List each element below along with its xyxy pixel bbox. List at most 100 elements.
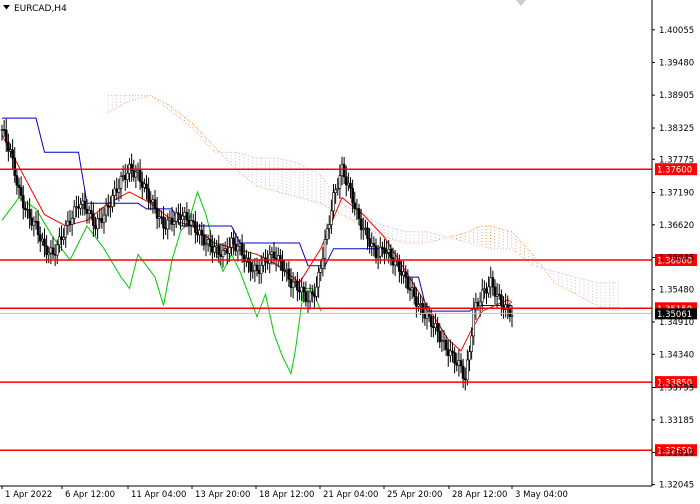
candle-body: [302, 286, 306, 292]
candle-body: [72, 206, 76, 219]
candle-body: [251, 270, 255, 273]
candle-body: [493, 286, 497, 297]
y-tick-label: 1.40055: [659, 26, 694, 36]
candle-body: [228, 247, 231, 254]
candle-body: [495, 293, 499, 297]
candle-body: [77, 206, 80, 209]
candle-body: [87, 210, 91, 214]
candle-body: [351, 187, 354, 204]
candle-body: [442, 339, 446, 342]
candle-body: [155, 208, 159, 219]
candle-body: [283, 270, 286, 272]
candle-body: [100, 218, 104, 223]
candle-body: [136, 169, 140, 173]
candle-body: [508, 307, 512, 317]
candle-body: [208, 239, 212, 247]
candle-body: [253, 264, 257, 272]
x-tick-label: 6 Apr 12:00: [65, 490, 115, 500]
candle-body: [177, 212, 180, 215]
candle-body: [393, 260, 397, 266]
y-tick-label: 1.34340: [659, 350, 694, 360]
candle-body: [417, 304, 420, 307]
candle-body: [30, 217, 34, 226]
candle-body: [153, 199, 157, 209]
candle-body: [325, 228, 329, 240]
candle-body: [487, 286, 490, 294]
y-tick-label: 1.33755: [659, 383, 694, 393]
candle-body: [7, 141, 10, 152]
candle-body: [387, 248, 391, 253]
candle-body: [434, 323, 437, 328]
candle-body: [298, 289, 301, 293]
candle-body: [179, 214, 182, 220]
candle-body: [480, 289, 484, 303]
candle-body: [151, 199, 155, 203]
candle-body: [453, 352, 456, 364]
y-tick-label: 1.36620: [659, 221, 694, 231]
candle-body: [223, 248, 227, 251]
candle-body: [147, 188, 150, 201]
candle-body: [372, 243, 376, 247]
candle-body: [225, 248, 229, 254]
candle-body: [402, 271, 405, 276]
candle-body: [89, 210, 93, 214]
y-tick-label: 1.36045: [659, 253, 694, 263]
candle-body: [115, 188, 119, 193]
candle-body: [332, 192, 335, 212]
candle-body: [432, 326, 435, 328]
candle-body: [32, 220, 36, 226]
candle-body: [68, 220, 72, 225]
candle-body: [270, 251, 274, 255]
candle-body: [62, 236, 65, 240]
candle-body: [444, 339, 448, 350]
candle-body: [21, 195, 25, 209]
y-tick-label: 1.34910: [659, 318, 694, 328]
candle-body: [423, 313, 427, 319]
candle-body: [491, 277, 495, 288]
candle-body: [485, 288, 488, 294]
candle-body: [410, 287, 414, 291]
candle-body: [366, 227, 369, 239]
candle-body: [404, 271, 408, 278]
candle-body: [425, 313, 429, 319]
candle-body: [4, 129, 8, 143]
candle-body: [359, 218, 363, 230]
candle-body: [157, 216, 161, 219]
candle-body: [106, 204, 110, 208]
candle-body: [198, 229, 201, 236]
candle-body: [457, 360, 461, 366]
candle-body: [376, 255, 380, 259]
candle-body: [166, 219, 170, 230]
candle-body: [75, 206, 78, 208]
candle-body: [81, 200, 85, 205]
candle-body: [211, 246, 214, 253]
candle-body: [268, 254, 272, 264]
candle-body: [310, 291, 314, 295]
candle-body: [304, 291, 308, 302]
candle-body: [336, 188, 340, 191]
candle-body: [98, 218, 102, 220]
candle-body: [45, 245, 48, 256]
candle-body: [317, 272, 320, 288]
candle-body: [300, 286, 303, 293]
candle-body: [285, 268, 289, 271]
chart-area[interactable]: 1.376001.360001.351501.338501.326501.350…: [0, 0, 700, 500]
candle-body: [236, 245, 240, 252]
candle-body: [132, 170, 136, 178]
candle-body: [0, 129, 4, 131]
candle-body: [64, 225, 68, 238]
candle-body: [342, 163, 346, 178]
candle-body: [11, 149, 14, 159]
candle-body: [353, 202, 357, 210]
candle-body: [476, 302, 480, 307]
candle-body: [172, 221, 176, 225]
candle-body: [34, 220, 38, 223]
candle-body: [370, 243, 374, 247]
candle-body: [455, 362, 459, 366]
candle-body: [289, 279, 293, 288]
candle-body: [49, 247, 53, 254]
candle-body: [41, 238, 44, 242]
x-tick-label: 11 Apr 04:00: [131, 490, 186, 500]
candle-body: [470, 335, 473, 352]
x-tick-label: 3 May 04:00: [515, 490, 568, 500]
